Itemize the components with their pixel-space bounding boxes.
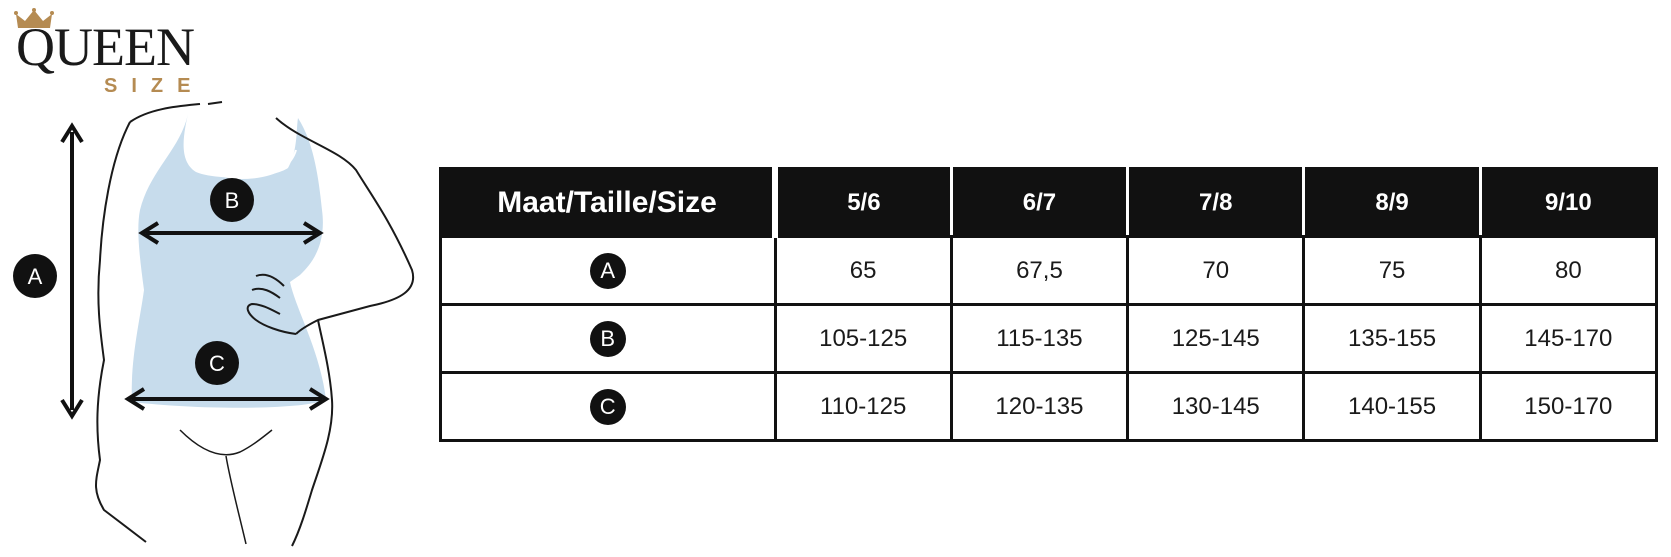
table-cell: 67,5 bbox=[949, 235, 1130, 306]
brand-name-bottom: SIZE bbox=[104, 75, 205, 97]
measurement-badge: A bbox=[589, 252, 626, 289]
table-cell: 135-155 bbox=[1302, 303, 1482, 374]
table-cell: 65 bbox=[773, 235, 953, 306]
row-label-cell: A bbox=[439, 235, 777, 306]
table-cell: 125-145 bbox=[1126, 303, 1306, 374]
brand-name-top: QUEEN bbox=[16, 17, 195, 77]
badge-c-label: C bbox=[209, 351, 225, 376]
table-cell: 120-135 bbox=[949, 371, 1130, 442]
size-column-header: 6/7 bbox=[949, 167, 1130, 238]
measurement-badge: C bbox=[589, 388, 626, 425]
table-cell: 145-170 bbox=[1478, 303, 1659, 374]
badge-b-label: B bbox=[225, 188, 240, 213]
table-cell: 140-155 bbox=[1302, 371, 1482, 442]
size-column-header: 7/8 bbox=[1126, 167, 1306, 238]
header-label: Maat/Taille/Size bbox=[439, 167, 778, 238]
measurement-badge: B bbox=[589, 320, 626, 357]
size-column-header: 5/6 bbox=[773, 167, 953, 238]
table-cell: 70 bbox=[1126, 235, 1306, 306]
shoulder-line bbox=[129, 101, 223, 123]
size-chart-table: Maat/Taille/Size 5/6 6/7 7/8 8/9 9/10 A … bbox=[439, 167, 1659, 442]
table-cell: 115-135 bbox=[949, 303, 1130, 374]
table-row: B 105-125 115-135 125-145 135-155 145-17… bbox=[439, 303, 1659, 374]
table-header-row: Maat/Taille/Size 5/6 6/7 7/8 8/9 9/10 bbox=[439, 167, 1659, 238]
brand-logo: QUEEN SIZE bbox=[8, 6, 208, 102]
row-label-cell: C bbox=[439, 371, 777, 442]
badge-a-label: A bbox=[28, 264, 43, 289]
underwear-line bbox=[179, 429, 273, 545]
table-row: A 65 67,5 70 75 80 bbox=[439, 235, 1659, 306]
table-cell: 80 bbox=[1478, 235, 1659, 306]
table-cell: 130-145 bbox=[1126, 371, 1306, 442]
table-cell: 75 bbox=[1302, 235, 1482, 306]
body-measurement-figure: A B C bbox=[13, 101, 415, 547]
table-cell: 110-125 bbox=[773, 371, 953, 442]
row-label-cell: B bbox=[439, 303, 777, 374]
table-cell: 105-125 bbox=[773, 303, 953, 374]
table-cell: 150-170 bbox=[1478, 371, 1659, 442]
size-column-header: 8/9 bbox=[1302, 167, 1482, 238]
size-column-header: 9/10 bbox=[1478, 167, 1659, 238]
table-row: C 110-125 120-135 130-145 140-155 150-17… bbox=[439, 371, 1659, 442]
